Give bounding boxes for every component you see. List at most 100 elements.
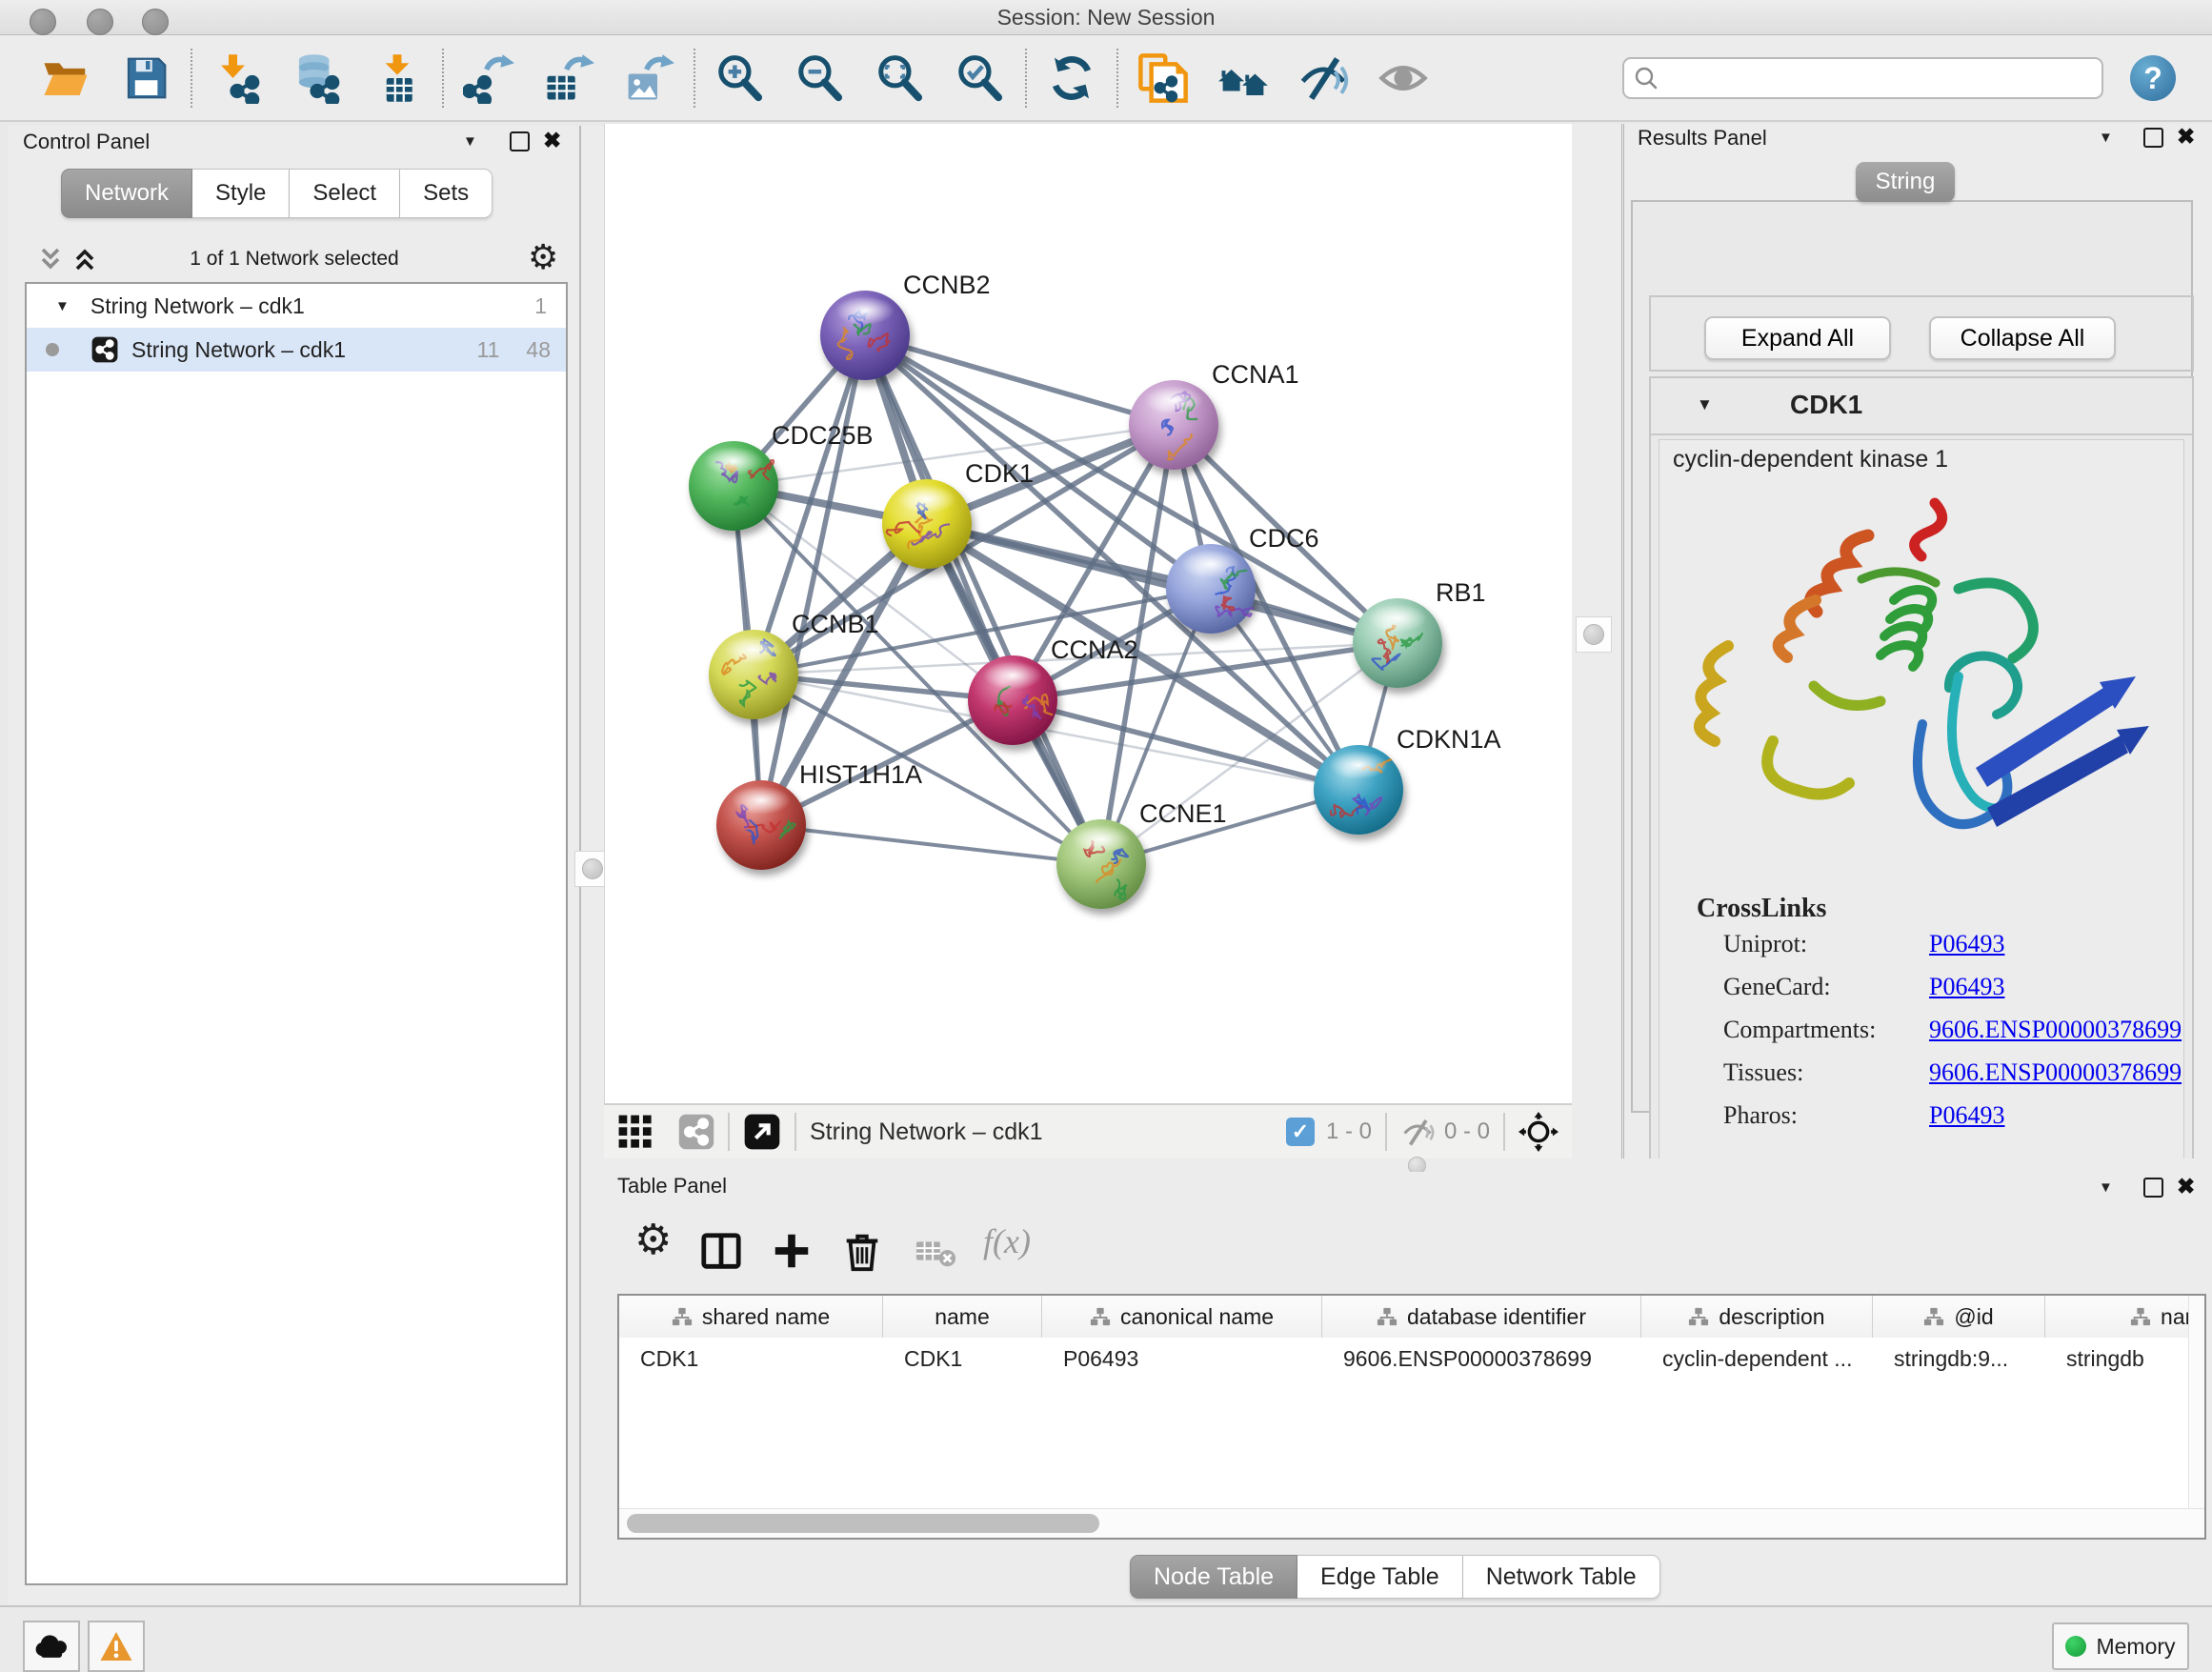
column-header-canonical-name[interactable]: canonical name: [1042, 1296, 1322, 1338]
crosslink-label: Pharos:: [1723, 1101, 1798, 1130]
toolbar-separator: [1025, 49, 1027, 108]
table-cell[interactable]: 9606.ENSP00000378699: [1322, 1338, 1641, 1380]
hide-selection-button[interactable]: [1296, 50, 1351, 107]
network-node-RB1[interactable]: RB1: [1353, 578, 1486, 688]
collapse-all-button[interactable]: Collapse All: [1929, 316, 2116, 360]
new-network-from-selection-button[interactable]: [1136, 50, 1191, 107]
table-horizontal-scrollbar[interactable]: [619, 1508, 2204, 1538]
network-node-CDKN1A[interactable]: CDKN1A: [1314, 725, 1501, 835]
network-options-gear-icon[interactable]: ⚙: [528, 237, 558, 277]
right-splitter-handle[interactable]: [1576, 616, 1612, 653]
first-neighbors-button[interactable]: [1216, 50, 1271, 107]
selected-checkbox-icon[interactable]: ✓: [1286, 1118, 1315, 1146]
table-cell[interactable]: stringdb:9...: [1873, 1338, 2045, 1380]
table-panel-float-icon[interactable]: [2143, 1178, 2163, 1198]
network-edge-CCNB2-HIST1H1A[interactable]: [761, 335, 865, 825]
results-panel-menu-icon[interactable]: ▼: [2099, 130, 2113, 146]
search-input[interactable]: [1666, 64, 2092, 92]
network-node-HIST1H1A[interactable]: HIST1H1A: [716, 760, 922, 870]
show-all-button[interactable]: [1376, 50, 1431, 107]
open-session-button[interactable]: [38, 50, 93, 107]
node-label-CCNA1: CCNA1: [1212, 360, 1299, 389]
cloud-button[interactable]: [23, 1621, 80, 1672]
results-panel-close-icon[interactable]: ✖: [2177, 124, 2195, 150]
import-network-from-database-button[interactable]: [290, 50, 345, 107]
section-collapse-icon[interactable]: ▼: [1697, 395, 1713, 414]
network-collection-count: 1: [534, 293, 547, 319]
tree-expand-icon[interactable]: ▼: [55, 298, 70, 314]
warning-icon: [99, 1630, 133, 1662]
grid-view-icon[interactable]: [617, 1114, 654, 1150]
tab-select[interactable]: Select: [290, 169, 400, 218]
node-label-CDC25B: CDC25B: [772, 421, 874, 450]
network-node-CDC25B[interactable]: CDC25B: [689, 421, 874, 531]
gene-section-header[interactable]: ▼ CDK1: [1651, 378, 2192, 435]
crosslink-value-link[interactable]: P06493: [1929, 1101, 2004, 1130]
network-canvas[interactable]: CCNB2 CCNA1 CDC25B CDK1 CDC6 RB1 CCNB1 C…: [604, 124, 1573, 1103]
horizontal-splitter[interactable]: [585, 1158, 2212, 1172]
export-table-button[interactable]: [541, 50, 596, 107]
zoom-out-button[interactable]: [793, 50, 848, 107]
table-options-gear-icon[interactable]: ⚙: [634, 1216, 672, 1264]
crosslink-value-link[interactable]: P06493: [1929, 930, 2004, 958]
search-box[interactable]: [1622, 57, 2103, 99]
network-edge-HIST1H1A-CCNE1[interactable]: [761, 825, 1101, 864]
table-cell[interactable]: CDK1: [883, 1338, 1042, 1380]
network-edge-CDK1-RB1[interactable]: [927, 524, 1398, 643]
table-cell[interactable]: cyclin-dependent ...: [1641, 1338, 1873, 1380]
save-session-button[interactable]: [118, 50, 173, 107]
table-panel-menu-icon[interactable]: ▼: [2099, 1179, 2113, 1196]
hscroll-thumb[interactable]: [627, 1514, 1099, 1533]
column-header-namespace[interactable]: namespace: [2045, 1296, 2206, 1338]
tab-network[interactable]: Network: [61, 169, 192, 218]
network-node-CCNA1[interactable]: CCNA1: [1129, 360, 1299, 470]
network-row[interactable]: String Network – cdk1 11 48: [27, 328, 566, 372]
tab-string[interactable]: String: [1856, 162, 1955, 202]
tab-style[interactable]: Style: [192, 169, 290, 218]
show-columns-icon[interactable]: [699, 1229, 743, 1273]
tab-node-table[interactable]: Node Table: [1130, 1555, 1297, 1599]
column-header-shared-name[interactable]: shared name: [619, 1296, 883, 1338]
expand-all-button[interactable]: Expand All: [1704, 316, 1891, 360]
node-label-CDK1: CDK1: [965, 459, 1034, 488]
birdseye-crosshair-icon[interactable]: [1518, 1112, 1558, 1152]
apply-preferred-layout-button[interactable]: [1044, 50, 1099, 107]
add-column-icon[interactable]: [770, 1229, 814, 1273]
table-cell[interactable]: stringdb: [2045, 1338, 2206, 1380]
table-cell[interactable]: CDK1: [619, 1338, 883, 1380]
control-panel-close-icon[interactable]: ✖: [543, 128, 561, 153]
detach-view-icon[interactable]: [743, 1113, 781, 1151]
string-view-icon[interactable]: [678, 1114, 714, 1150]
table-vertical-scrollbar[interactable]: [2188, 1296, 2204, 1538]
right-splitter[interactable]: [1572, 124, 1624, 1158]
export-image-button[interactable]: [621, 50, 676, 107]
network-node-CDK1[interactable]: CDK1: [882, 459, 1034, 569]
import-table-from-file-button[interactable]: [370, 50, 425, 107]
control-panel-float-icon[interactable]: [510, 131, 530, 151]
column-header-name[interactable]: name: [883, 1296, 1042, 1338]
crosslink-value-link[interactable]: 9606.ENSP00000378699: [1929, 1058, 2182, 1087]
network-row-label: String Network – cdk1: [131, 337, 346, 363]
tab-edge-table[interactable]: Edge Table: [1297, 1555, 1463, 1599]
results-panel-float-icon[interactable]: [2143, 128, 2163, 148]
memory-button[interactable]: Memory: [2052, 1622, 2189, 1670]
warning-button[interactable]: [88, 1621, 145, 1672]
column-header-description[interactable]: description: [1641, 1296, 1873, 1338]
help-button[interactable]: ?: [2130, 55, 2176, 101]
import-network-from-file-button[interactable]: [210, 50, 265, 107]
table-panel-close-icon[interactable]: ✖: [2177, 1174, 2195, 1199]
delete-column-icon[interactable]: [840, 1229, 884, 1273]
tab-network-table[interactable]: Network Table: [1463, 1555, 1660, 1599]
export-network-button[interactable]: [461, 50, 516, 107]
crosslink-value-link[interactable]: 9606.ENSP00000378699: [1929, 1016, 2182, 1044]
crosslink-value-link[interactable]: P06493: [1929, 973, 2004, 1001]
zoom-selected-button[interactable]: [953, 50, 1008, 107]
column-header--id[interactable]: @id: [1873, 1296, 2045, 1338]
column-header-database-identifier[interactable]: database identifier: [1322, 1296, 1641, 1338]
zoom-fit-button[interactable]: [873, 50, 928, 107]
network-collection-row[interactable]: ▼ String Network – cdk1 1: [27, 284, 566, 328]
tab-sets[interactable]: Sets: [400, 169, 493, 218]
control-panel-menu-icon[interactable]: ▼: [463, 133, 477, 150]
table-cell[interactable]: P06493: [1042, 1338, 1322, 1380]
zoom-in-button[interactable]: [713, 50, 768, 107]
